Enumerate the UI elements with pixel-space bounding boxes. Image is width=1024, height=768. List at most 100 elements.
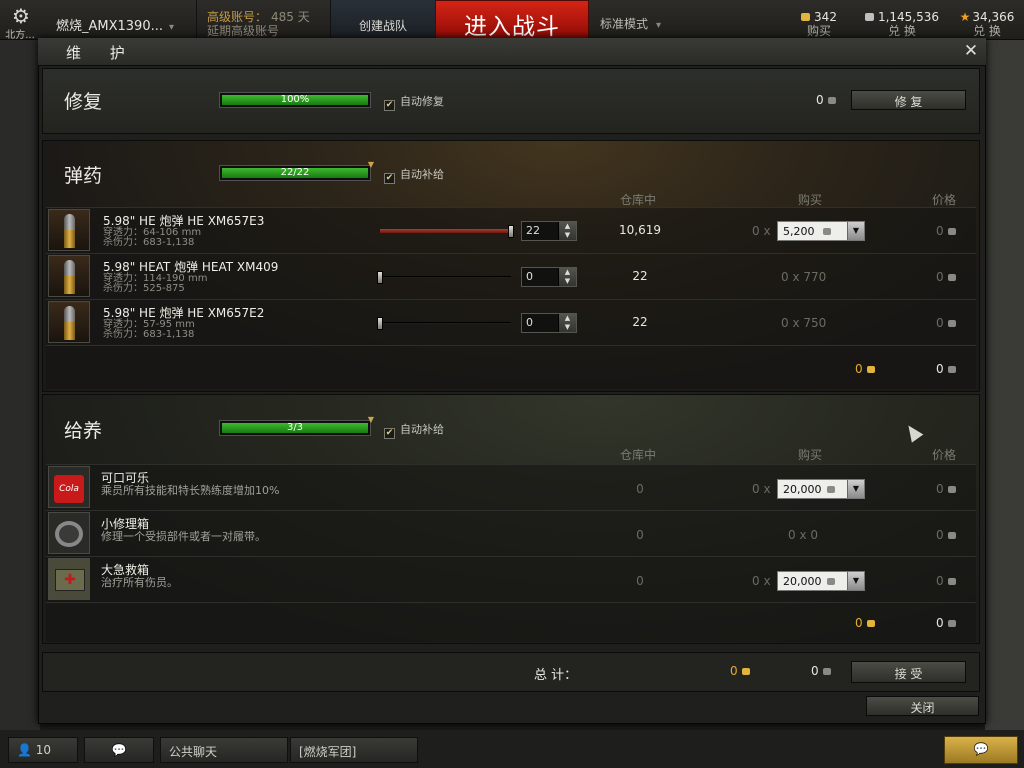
consumable-description: 乘员所有技能和特长熟练度增加10%	[101, 484, 280, 497]
credits-icon	[827, 97, 836, 104]
buy-value: 20,000	[783, 483, 822, 496]
consumables-progress-fill: 3/3	[222, 423, 368, 433]
exchange-xp-link[interactable]: 兑 换	[955, 24, 1019, 38]
battle-mode-dropdown[interactable]: 标准模式 ▾	[600, 15, 661, 32]
credits-icon	[826, 486, 835, 493]
auto-repair-checkbox[interactable]: ✔ 自动修复	[384, 93, 444, 111]
ammo-total-credits: 0	[936, 362, 956, 376]
public-chat-tab[interactable]: 公共聊天	[160, 737, 288, 763]
credits-icon	[822, 228, 831, 235]
stock-value: 10,619	[619, 223, 661, 237]
chat-button[interactable]: 💬	[84, 737, 154, 763]
settings-button[interactable]: ⚙ 北方...	[5, 6, 36, 41]
message-icon: 💬	[973, 742, 989, 756]
total-bar	[42, 652, 980, 692]
marker-icon: ▼	[367, 160, 374, 169]
slider-handle[interactable]	[508, 225, 514, 238]
auto-resupply-label: 自动补给	[400, 423, 444, 436]
account-dropdown[interactable]: 燃烧_AMX1390... ▾	[56, 15, 174, 34]
credits-icon	[947, 620, 956, 627]
buy-text: 0 x 770	[781, 270, 827, 284]
buy-gold-link[interactable]: 购买	[789, 24, 849, 38]
checkmark-icon: ✔	[384, 173, 395, 184]
server-label: 北方...	[5, 30, 35, 41]
consumables-summary-row	[46, 602, 976, 642]
extend-premium-label: 延期高级账号	[207, 24, 280, 38]
stock-value: 0	[636, 482, 644, 496]
buy-prefix: 0 x	[752, 574, 771, 588]
price-value: 0	[936, 574, 956, 588]
repair-progress-fill: 100%	[222, 95, 368, 105]
consumables-total-gold: 0	[855, 616, 875, 630]
gold-value: 342	[814, 10, 837, 24]
credits-icon	[826, 578, 835, 585]
shell-damage: 杀伤力：683-1,138	[103, 237, 195, 248]
buy-currency-dropdown[interactable]: 5,200 ▼	[777, 221, 865, 241]
grand-total-gold: 0	[730, 664, 750, 678]
auto-resupply-consumables-checkbox[interactable]: ✔ 自动补给	[384, 421, 444, 439]
checkmark-icon: ✔	[384, 100, 395, 111]
ammo-slider[interactable]	[377, 317, 511, 330]
players-button[interactable]: 👤 10	[8, 737, 78, 763]
total-label: 总 计：	[534, 668, 578, 683]
chat-icon: 💬	[111, 743, 127, 757]
close-button[interactable]: 关闭	[866, 696, 979, 716]
premium-account-link[interactable]: 高级账号： 485 天 延期高级账号	[207, 10, 310, 38]
stock-value: 22	[632, 315, 648, 329]
repair-title: 修复	[64, 91, 103, 113]
ammo-quantity-stepper[interactable]: 0 ▲ ▼	[521, 313, 577, 333]
battle-button[interactable]: 进入战斗	[435, 0, 589, 42]
ammo-slider[interactable]	[377, 271, 511, 284]
cola-label: Cola	[54, 475, 84, 503]
slider-handle[interactable]	[377, 271, 383, 284]
stepper-arrows-icon[interactable]: ▲ ▼	[558, 314, 576, 332]
credits-icon	[947, 274, 956, 281]
price-number: 0	[936, 224, 944, 238]
stepper-arrows-icon[interactable]: ▲ ▼	[558, 222, 576, 240]
credits-icon	[947, 578, 956, 585]
star-icon: ★	[959, 10, 971, 24]
quantity-value: 22	[526, 224, 540, 237]
column-buy: 购买	[798, 193, 823, 207]
gold-icon	[741, 668, 750, 675]
cola-icon: Cola	[48, 466, 90, 508]
exchange-credits-link[interactable]: 兑 换	[862, 24, 942, 38]
stock-value: 0	[636, 574, 644, 588]
buy-text: 0 x 750	[781, 316, 827, 330]
slider-handle[interactable]	[377, 317, 383, 330]
ammo-quantity-stepper[interactable]: 22 ▲ ▼	[521, 221, 577, 241]
chevron-down-icon: ▼	[847, 480, 864, 498]
stepper-arrows-icon[interactable]: ▲ ▼	[558, 268, 576, 286]
credits-balance[interactable]: 1,145,536 兑 换	[862, 10, 942, 38]
xp-balance[interactable]: ★ 34,366 兑 换	[955, 10, 1019, 38]
buy-currency-dropdown[interactable]: 20,000 ▼	[777, 479, 865, 499]
close-icon[interactable]: ✕	[962, 42, 980, 60]
credits-icon	[947, 320, 956, 327]
column-buy: 购买	[798, 448, 823, 462]
repair-progress: 100%	[219, 92, 371, 108]
credits-icon	[822, 668, 831, 675]
create-team-button[interactable]: 创建战队	[331, 0, 435, 40]
notifications-button[interactable]: 💬	[944, 736, 1018, 764]
gold-icon	[866, 620, 875, 627]
clan-chat-tab[interactable]: [燃烧军团]	[290, 737, 418, 763]
grand-credits-value: 0	[811, 664, 819, 678]
quantity-value: 0	[526, 270, 533, 283]
auto-repair-label: 自动修复	[400, 95, 444, 108]
repair-button[interactable]: 修 复	[851, 90, 966, 110]
price-value: 0	[936, 528, 956, 542]
ammo-slider[interactable]	[380, 225, 514, 238]
repair-cost-value: 0	[816, 93, 824, 107]
buy-currency-dropdown[interactable]: 20,000 ▼	[777, 571, 865, 591]
price-value: 0	[936, 482, 956, 496]
xp-value: 34,366	[972, 10, 1015, 24]
consumables-title: 给养	[64, 420, 103, 442]
accept-button[interactable]: 接 受	[851, 661, 966, 683]
garage-right-panel	[985, 40, 1024, 730]
auto-resupply-ammo-checkbox[interactable]: ✔ 自动补给	[384, 166, 444, 184]
gold-balance[interactable]: 342 购买	[789, 10, 849, 38]
column-stock: 仓库中	[620, 448, 657, 462]
price-number: 0	[936, 270, 944, 284]
premium-days: 485 天	[271, 10, 310, 24]
ammo-quantity-stepper[interactable]: 0 ▲ ▼	[521, 267, 577, 287]
